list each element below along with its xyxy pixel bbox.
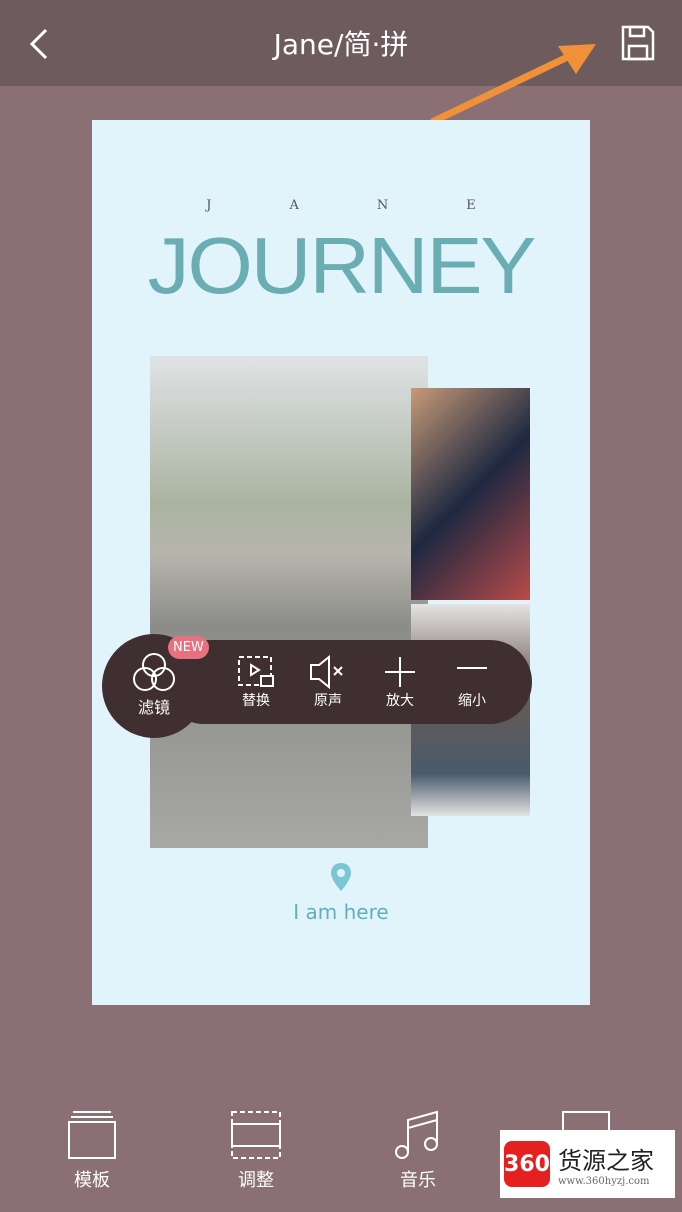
zoom-in-button[interactable]: 放大 [365, 654, 435, 710]
replace-icon [238, 656, 274, 687]
minus-icon [457, 667, 487, 669]
zoom-out-label: 缩小 [458, 693, 486, 709]
template-tab[interactable]: 模板 [42, 1110, 142, 1192]
zoom-out-button[interactable]: 缩小 [437, 654, 507, 710]
replace-button[interactable]: 替换 [221, 654, 291, 710]
music-tab[interactable]: 音乐 [368, 1110, 468, 1192]
location-pin-icon [331, 863, 351, 891]
save-icon[interactable] [620, 24, 656, 62]
location-label: I am here [92, 862, 590, 924]
plus-icon [385, 657, 415, 687]
location-text: I am here [293, 900, 389, 924]
journey-title: JOURNEY [147, 221, 537, 310]
letter: J [206, 198, 290, 213]
watermark-logo: 360 [504, 1141, 550, 1187]
letter: A [289, 198, 377, 213]
photo-edit-toolbar: 滤镜 NEW 替换 原声 放大 缩小 [102, 634, 532, 738]
filter-button[interactable]: 滤镜 [119, 650, 189, 718]
watermark-name: 货源之家 [558, 1147, 654, 1175]
template-label: 模板 [74, 1170, 110, 1191]
music-label: 音乐 [400, 1170, 436, 1191]
page-title: Jane/简·拼 [273, 28, 409, 61]
adjust-tab[interactable]: 调整 [206, 1110, 306, 1192]
collage-canvas[interactable]: JANE JOURNEY I am here [92, 120, 590, 1005]
adjust-icon [231, 1111, 281, 1159]
annotation-arrow-icon [430, 44, 596, 126]
watermark: 360 货源之家 www.360hyzj.com [500, 1130, 675, 1198]
music-note-icon [395, 1110, 438, 1159]
original-sound-label: 原声 [314, 693, 342, 709]
original-sound-button[interactable]: 原声 [293, 654, 363, 710]
photo-slot-top-right[interactable] [411, 388, 530, 600]
jane-heading: JANE [92, 198, 590, 213]
photo-slot-main[interactable] [150, 356, 428, 848]
adjust-label: 调整 [238, 1170, 274, 1191]
chevron-left-icon[interactable] [24, 24, 60, 64]
zoom-in-label: 放大 [386, 693, 414, 709]
template-icon [68, 1111, 116, 1159]
new-badge: NEW [168, 636, 209, 659]
mute-icon [310, 654, 343, 690]
letter: N [376, 198, 467, 213]
replace-label: 替换 [242, 693, 270, 709]
watermark-url: www.360hyzj.com [558, 1176, 650, 1187]
filter-label: 滤镜 [137, 698, 170, 717]
letter: E [466, 198, 554, 213]
